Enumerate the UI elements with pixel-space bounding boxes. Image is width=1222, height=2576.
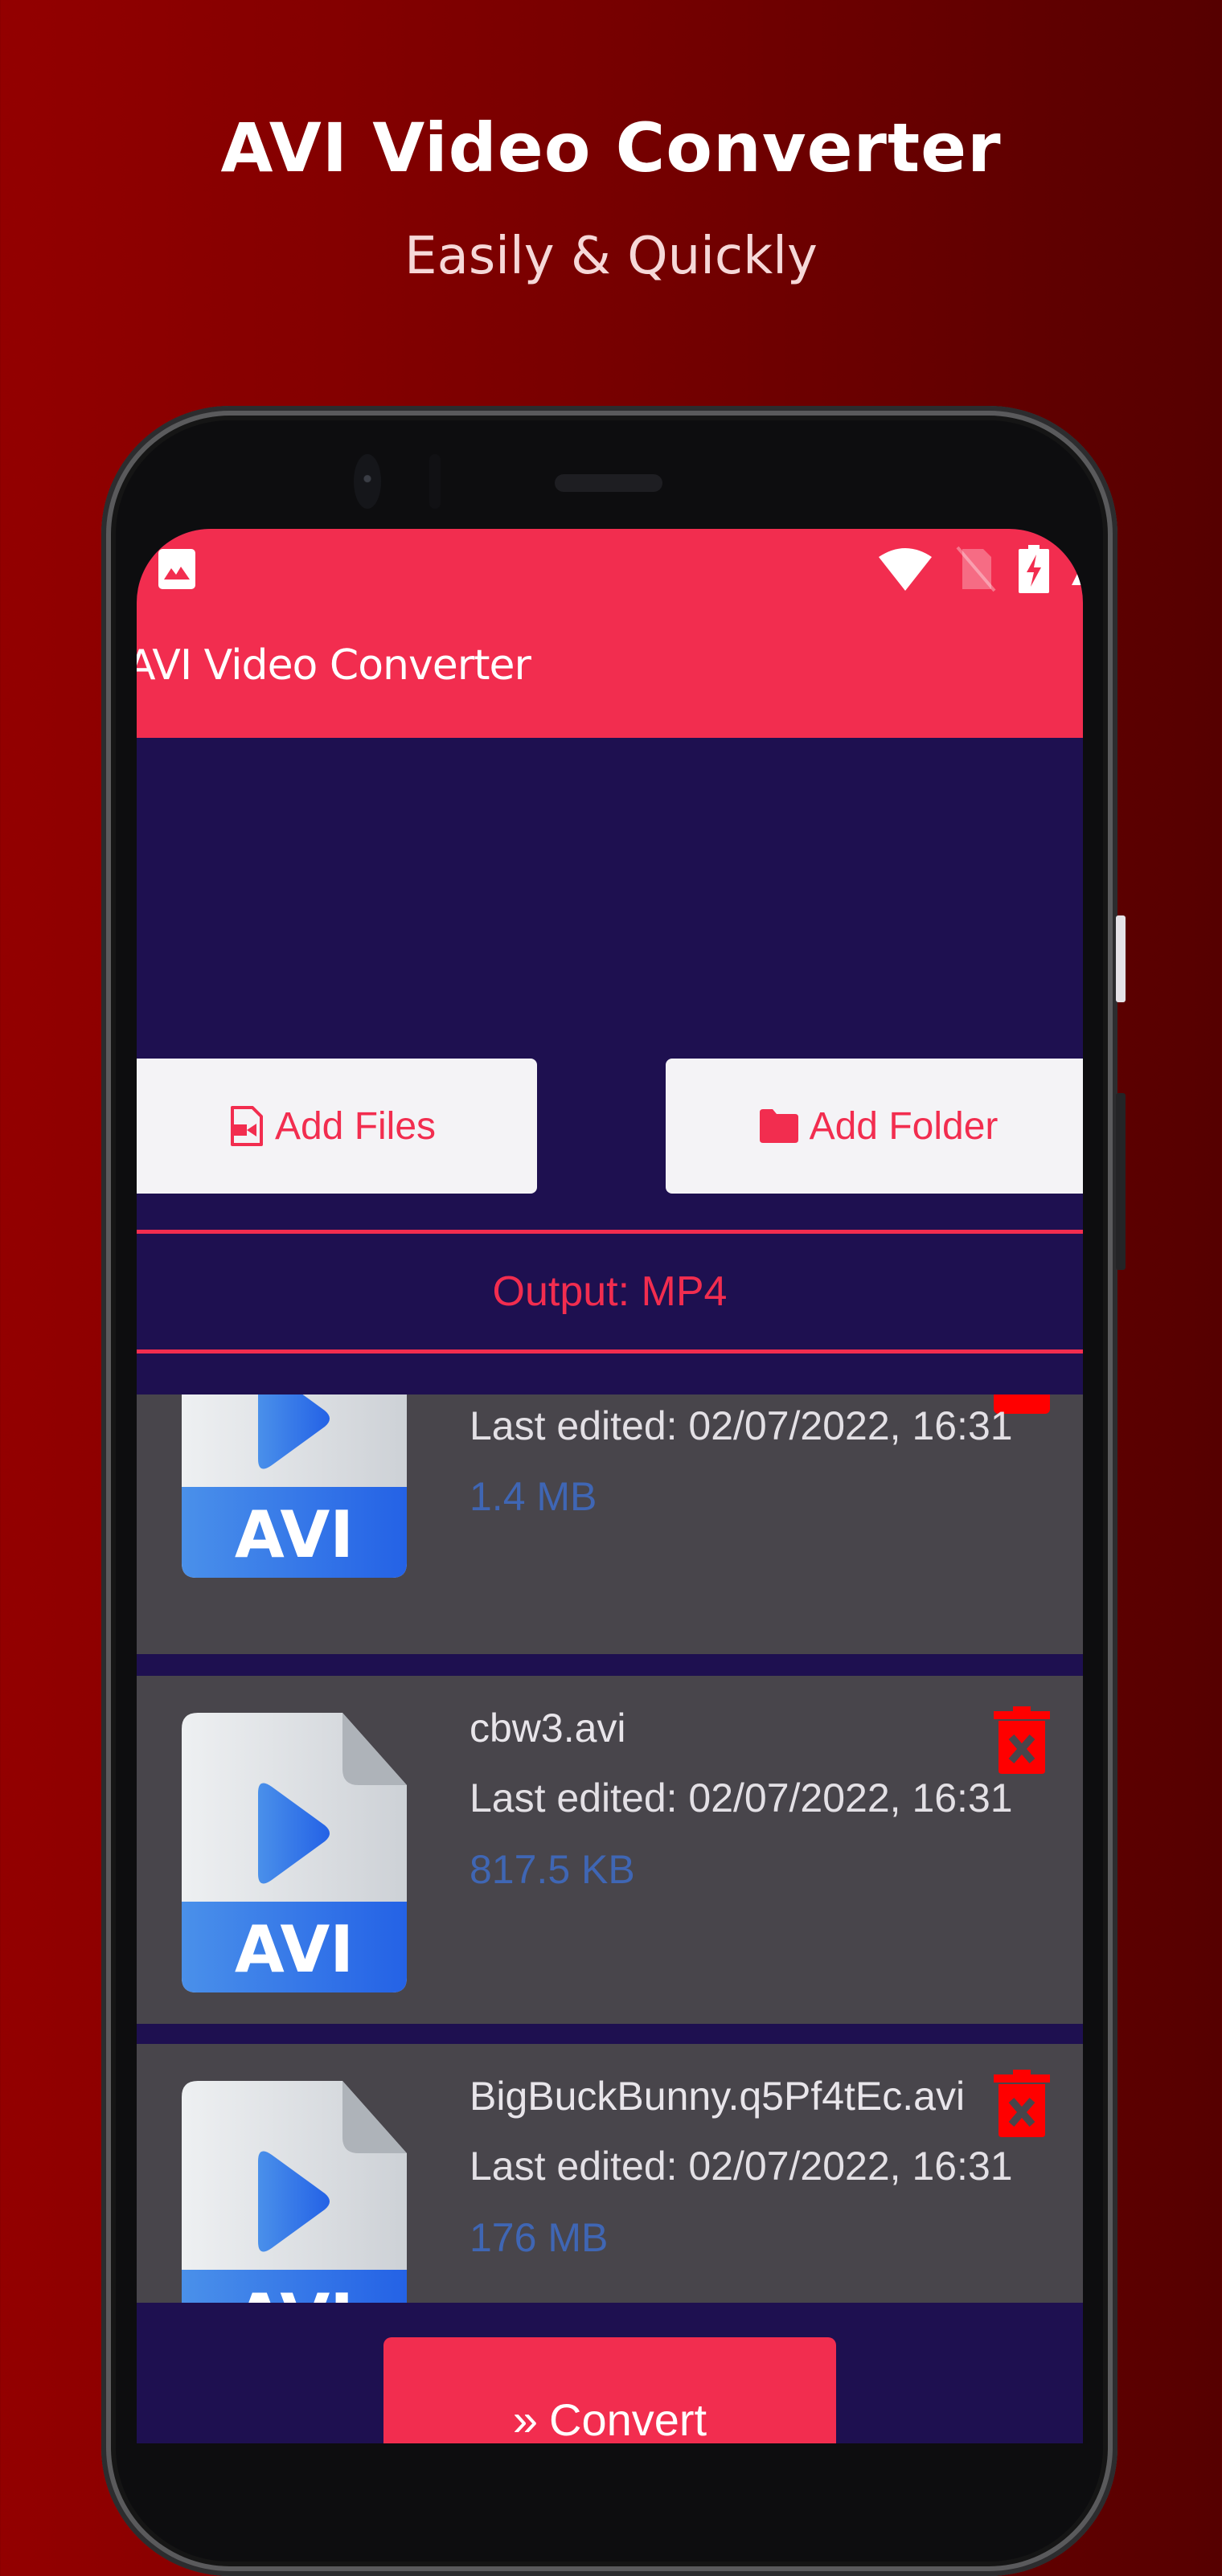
- delete-file-button[interactable]: [994, 2070, 1050, 2137]
- promo-subtitle: Easily & Quickly: [404, 227, 818, 286]
- phone-power-button: [1116, 915, 1126, 1002]
- convert-button[interactable]: » Convert: [383, 2337, 836, 2443]
- phone-volume-button: [1116, 1093, 1126, 1270]
- file-name: BigBuckBunny.q5Pf4tEc.avi: [470, 2074, 966, 2119]
- add-files-button[interactable]: Add Files: [137, 1059, 537, 1194]
- file-size: 176 MB: [470, 2215, 609, 2260]
- file-card[interactable]: AVI cbw3.avi Last edited: 02/07/2022, 16…: [137, 1676, 1083, 2024]
- file-card[interactable]: AVI Last edited: 02/07/2022, 16:31 1.4 M…: [137, 1394, 1083, 1654]
- signal-icon: [1072, 563, 1083, 585]
- status-icons: [877, 545, 1083, 593]
- folder-icon: [759, 1109, 798, 1143]
- add-folder-button[interactable]: Add Folder: [666, 1059, 1083, 1194]
- delete-file-button[interactable]: [994, 1706, 1050, 1774]
- video-file-icon: [230, 1106, 263, 1146]
- file-card[interactable]: AVI BigBuckBunny.q5Pf4tEc.avi Last edite…: [137, 2044, 1083, 2303]
- add-folder-label: Add Folder: [809, 1104, 999, 1148]
- file-last-edited: Last edited: 02/07/2022, 16:31: [470, 2144, 1013, 2189]
- no-sim-icon: [956, 546, 996, 592]
- front-camera: [354, 454, 381, 509]
- avi-badge: AVI: [234, 1911, 355, 1987]
- app-screen: AVI Video Converter AVI Files: [137, 529, 1083, 2443]
- add-files-label: Add Files: [274, 1104, 437, 1148]
- output-format-selector[interactable]: Output: MP4: [137, 1230, 1083, 1354]
- output-format-label: Output: MP4: [492, 1268, 728, 1315]
- file-name: cbw3.avi: [470, 1706, 626, 1751]
- avi-badge: AVI: [182, 2270, 407, 2304]
- earpiece-speaker: [555, 474, 662, 492]
- convert-label: Convert: [549, 2394, 707, 2443]
- app-title: AVI Video Converter: [137, 641, 531, 690]
- battery-charging-icon: [1019, 545, 1049, 593]
- wifi-icon: [879, 548, 932, 591]
- app-bar: AVI Video Converter: [137, 529, 1083, 738]
- proximity-sensor: [429, 454, 441, 509]
- file-size: 1.4 MB: [470, 1474, 597, 1519]
- image-notification-icon: [158, 549, 195, 589]
- file-last-edited: Last edited: 02/07/2022, 16:31: [470, 1775, 1013, 1820]
- avi-badge: AVI: [234, 1497, 355, 1572]
- promo-title: AVI Video Converter: [220, 109, 1002, 187]
- file-size: 817.5 KB: [470, 1847, 635, 1892]
- convert-chevrons-icon: »: [512, 2394, 539, 2443]
- file-last-edited: Last edited: 02/07/2022, 16:31: [470, 1403, 1013, 1448]
- file-list[interactable]: AVI Last edited: 02/07/2022, 16:31 1.4 M…: [137, 1394, 1083, 2303]
